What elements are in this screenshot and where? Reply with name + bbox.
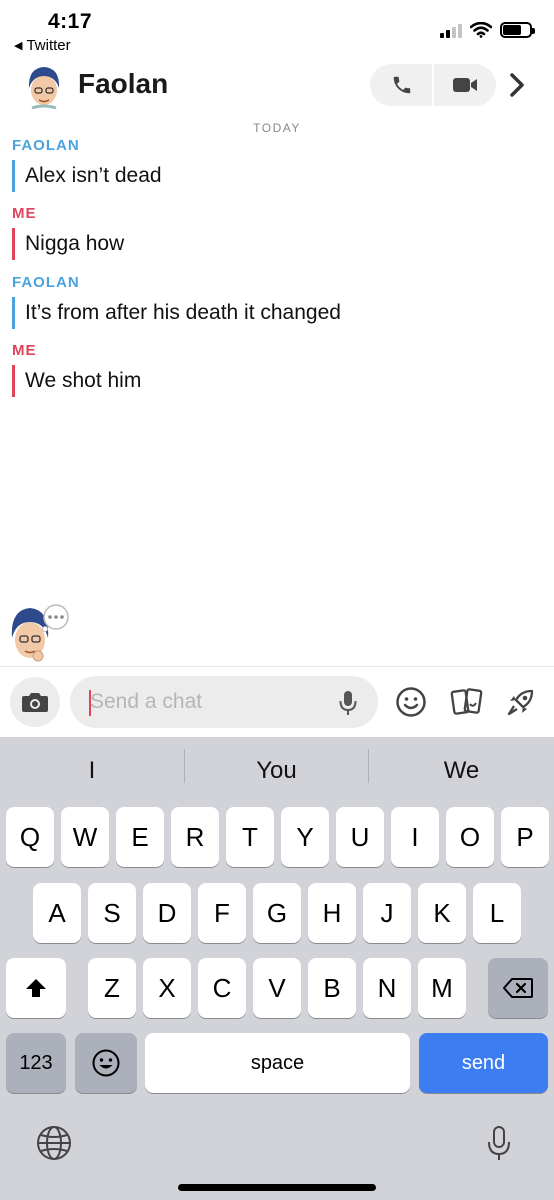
message: FAOLAN It’s from after his death it chan… <box>12 274 341 329</box>
contact-name[interactable]: Faolan <box>78 68 168 100</box>
numbers-key[interactable]: 123 <box>6 1033 66 1093</box>
space-key[interactable]: space <box>145 1033 410 1093</box>
key-c[interactable]: C <box>198 958 246 1018</box>
microphone-icon[interactable] <box>338 689 358 717</box>
key-k[interactable]: K <box>418 883 466 943</box>
key-q[interactable]: Q <box>6 807 54 867</box>
status-time: 4:17 <box>48 10 93 33</box>
back-triangle-icon: ◀ <box>14 40 23 52</box>
key-r[interactable]: R <box>171 807 219 867</box>
key-l[interactable]: L <box>473 883 521 943</box>
suggestion-item[interactable]: We <box>369 737 554 805</box>
key-v[interactable]: V <box>253 958 301 1018</box>
message-sender: ME <box>12 205 37 222</box>
message: FAOLAN Alex isn’t dead <box>12 137 162 192</box>
dictation-microphone-icon[interactable] <box>486 1125 512 1163</box>
rocket-icon <box>507 689 534 716</box>
key-a[interactable]: A <box>33 883 81 943</box>
status-icons <box>440 22 535 38</box>
key-w[interactable]: W <box>61 807 109 867</box>
message-sender: FAOLAN <box>12 137 80 154</box>
home-indicator[interactable] <box>178 1184 376 1191</box>
video-call-button[interactable] <box>433 64 496 106</box>
camera-icon <box>22 693 48 712</box>
shift-key[interactable] <box>6 958 66 1018</box>
chat-header: Faolan <box>0 58 554 116</box>
suggestion-item[interactable]: You <box>185 737 368 805</box>
chevron-right-icon[interactable] <box>508 72 526 98</box>
camera-button[interactable] <box>10 677 60 727</box>
stickers-button[interactable] <box>449 684 485 720</box>
smiley-icon <box>396 687 426 717</box>
back-to-app-link[interactable]: ◀ Twitter <box>14 37 71 54</box>
back-app-label: Twitter <box>26 37 71 54</box>
message-text[interactable]: Nigga how <box>12 228 124 260</box>
contact-bitmoji-avatar[interactable] <box>22 64 66 110</box>
status-bar: 4:17 ◀ Twitter <box>0 0 554 60</box>
keyboard-emoji-icon <box>92 1049 120 1077</box>
key-e[interactable]: E <box>116 807 164 867</box>
key-u[interactable]: U <box>336 807 384 867</box>
message: ME We shot him <box>12 342 141 397</box>
suggestion-item[interactable]: I <box>0 737 184 805</box>
voice-call-button[interactable] <box>370 64 433 106</box>
message-text[interactable]: We shot him <box>12 365 141 397</box>
keyboard: I You We Q W E R T Y U I O P A S D F G H… <box>0 737 554 1200</box>
video-camera-icon <box>452 78 477 92</box>
key-g[interactable]: G <box>253 883 301 943</box>
key-o[interactable]: O <box>446 807 494 867</box>
key-p[interactable]: P <box>501 807 549 867</box>
chat-input[interactable] <box>90 676 330 728</box>
cellular-signal-icon <box>440 22 462 38</box>
key-i[interactable]: I <box>391 807 439 867</box>
backspace-icon <box>503 978 533 998</box>
key-j[interactable]: J <box>363 883 411 943</box>
chat-input-field[interactable] <box>70 676 378 728</box>
emoji-button[interactable] <box>393 684 429 720</box>
shift-arrow-icon <box>26 979 46 997</box>
key-b[interactable]: B <box>308 958 356 1018</box>
key-h[interactable]: H <box>308 883 356 943</box>
wifi-icon <box>470 22 492 38</box>
send-key[interactable]: send <box>419 1033 548 1093</box>
emoji-key[interactable] <box>75 1033 137 1093</box>
suggestion-bar: I You We <box>0 737 554 805</box>
backspace-key[interactable] <box>488 958 548 1018</box>
key-d[interactable]: D <box>143 883 191 943</box>
key-s[interactable]: S <box>88 883 136 943</box>
key-m[interactable]: M <box>418 958 466 1018</box>
call-buttons-group <box>370 64 496 106</box>
games-button[interactable] <box>503 684 539 720</box>
key-z[interactable]: Z <box>88 958 136 1018</box>
message-text[interactable]: Alex isn’t dead <box>12 160 162 192</box>
message: ME Nigga how <box>12 205 124 260</box>
key-n[interactable]: N <box>363 958 411 1018</box>
message-sender: ME <box>12 342 37 359</box>
key-x[interactable]: X <box>143 958 191 1018</box>
key-y[interactable]: Y <box>281 807 329 867</box>
cards-icon <box>450 688 483 715</box>
key-f[interactable]: F <box>198 883 246 943</box>
phone-icon <box>393 76 410 94</box>
typing-bitmoji-avatar <box>11 604 69 662</box>
globe-icon[interactable] <box>36 1125 72 1161</box>
message-text[interactable]: It’s from after his death it changed <box>12 297 341 329</box>
battery-icon <box>500 22 535 38</box>
key-t[interactable]: T <box>226 807 274 867</box>
date-divider: TODAY <box>253 121 301 135</box>
chat-input-bar <box>0 667 554 737</box>
message-sender: FAOLAN <box>12 274 80 291</box>
